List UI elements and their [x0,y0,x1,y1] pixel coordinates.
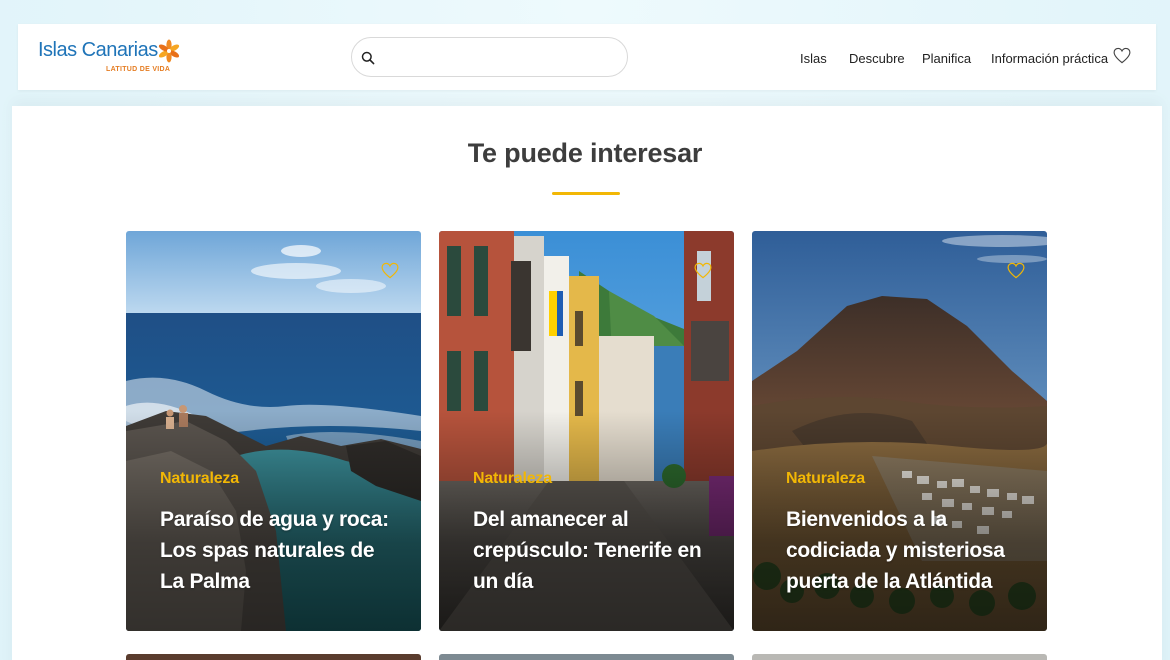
nav-item-planifica[interactable]: Planifica [922,51,971,66]
card-category: Naturaleza [786,470,865,487]
logo-tagline: LATITUD DE VIDA [106,66,171,73]
article-card-tenerife[interactable]: Naturaleza Del amanecer al crepúsculo: T… [439,231,734,631]
card-title[interactable]: Bienvenidos a la codiciada y misteriosa … [786,504,1026,597]
heart-outline-icon[interactable] [694,262,712,279]
article-card-peek[interactable] [126,654,421,660]
site-header: Islas Canarias LATITUD DE VIDA Islas Des… [18,24,1156,90]
nav-item-descubre[interactable]: Descubre [849,51,905,66]
nav-item-informacion-practica[interactable]: Información práctica [991,51,1108,66]
article-card-atlantida[interactable]: Naturaleza Bienvenidos a la codiciada y … [752,231,1047,631]
article-card-peek[interactable] [439,654,734,660]
heart-outline-icon[interactable] [381,262,399,279]
card-category: Naturaleza [473,470,552,487]
section-title: Te puede interesar [467,138,703,168]
title-underline [552,192,620,195]
heart-outline-icon[interactable] [1113,47,1131,64]
article-card-la-palma[interactable]: Naturaleza Paraíso de agua y roca: Los s… [126,231,421,631]
card-title[interactable]: Paraíso de agua y roca: Los spas natural… [160,504,400,597]
article-card-peek[interactable] [752,654,1047,660]
card-category: Naturaleza [160,470,239,487]
card-title[interactable]: Del amanecer al crepúsculo: Tenerife en … [473,504,713,597]
heart-outline-icon[interactable] [1007,262,1025,279]
nav-item-islas[interactable]: Islas [800,51,827,66]
main-nav: Islas Descubre Planifica Información prá… [18,51,1156,67]
